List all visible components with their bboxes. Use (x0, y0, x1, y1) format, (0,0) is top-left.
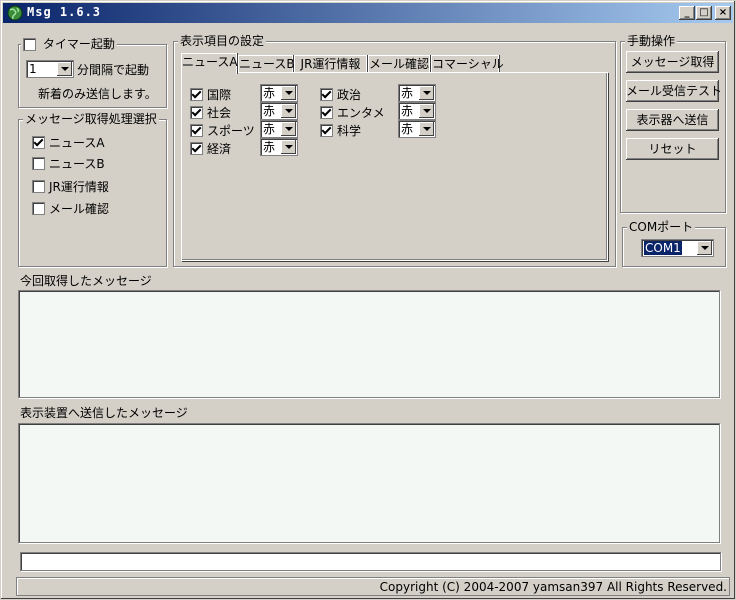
select-jr-info[interactable]: JR運行情報 (32, 179, 109, 194)
color-value: 赤 (263, 86, 276, 100)
checkbox[interactable] (32, 180, 45, 193)
category-economy[interactable]: 経済 (190, 141, 231, 156)
checkbox[interactable] (32, 202, 45, 215)
tab-commercial[interactable]: コマーシャル (431, 55, 504, 73)
category-science[interactable]: 科学 (320, 123, 361, 138)
interval-value: 1 (29, 62, 37, 76)
sent-message-textarea[interactable] (18, 423, 720, 543)
message-select-group: メッセージ取得処理選択 ニュースA ニュースB JR運行情報 メール確認 (18, 112, 167, 267)
chevron-down-icon[interactable] (419, 104, 434, 118)
color-select[interactable]: 赤 (398, 102, 436, 120)
category-label: 政治 (337, 87, 362, 102)
globe-icon (7, 5, 23, 21)
chevron-down-icon[interactable] (419, 122, 434, 136)
mail-receive-test-button[interactable]: メール受信テスト (626, 80, 722, 102)
category-sports[interactable]: スポーツ (190, 123, 255, 138)
sent-label: 表示装置へ送信したメッセージ (20, 406, 188, 420)
checkbox-label: メール確認 (49, 201, 110, 216)
copyright-text: Copyright (C) 2004-2007 yamsan397 All Ri… (379, 580, 727, 594)
color-select[interactable]: 赤 (260, 138, 298, 156)
status-input[interactable] (20, 552, 721, 571)
chevron-down-icon[interactable] (57, 62, 72, 76)
category-label: 科学 (337, 123, 362, 138)
title-bar[interactable]: Msg 1.6.3 _ □ × (3, 3, 733, 23)
minimize-button[interactable]: _ (679, 6, 695, 20)
com-port-group: COMポート COM1 (622, 220, 726, 267)
checkbox-label: ニュースA (49, 135, 105, 150)
checkbox[interactable] (190, 142, 203, 155)
select-news-a[interactable]: ニュースA (32, 135, 105, 150)
color-value: 赤 (401, 86, 414, 100)
manual-label: 手動操作 (625, 34, 678, 48)
tab-news-a[interactable]: ニュースA (181, 53, 238, 74)
chevron-down-icon[interactable] (281, 122, 296, 136)
color-select[interactable]: 赤 (260, 102, 298, 120)
checkbox[interactable] (320, 106, 333, 119)
com-port-select[interactable]: COM1 (641, 239, 714, 257)
category-label: 国際 (207, 87, 232, 102)
color-value: 赤 (401, 104, 414, 118)
reset-button[interactable]: リセット (626, 138, 719, 160)
send-to-display-button[interactable]: 表示器へ送信 (626, 109, 719, 131)
timer-checkbox-row[interactable]: タイマー起動 (21, 37, 117, 51)
color-value: 赤 (263, 104, 276, 118)
timer-note: 新着のみ送信します。 (38, 87, 157, 101)
com-port-value: COM1 (644, 241, 682, 255)
tab-panel-news-a: 国際 赤 社会 赤 スポーツ 赤 経済 赤 政治 赤 エンタメ 赤 科学 赤 (181, 72, 608, 261)
color-select[interactable]: 赤 (260, 84, 298, 102)
select-news-b[interactable]: ニュースB (32, 156, 105, 171)
category-label: スポーツ (207, 123, 255, 138)
interval-suffix: 分間隔で起動 (77, 63, 150, 77)
color-select[interactable]: 赤 (398, 120, 436, 138)
chevron-down-icon[interactable] (281, 86, 296, 100)
checkbox[interactable] (32, 136, 45, 149)
timer-group: タイマー起動 1 分間隔で起動 新着のみ送信します。 (18, 37, 167, 108)
manual-group: 手動操作 メッセージ取得 メール受信テスト 表示器へ送信 リセット (620, 34, 726, 213)
tab-news-b[interactable]: ニュースB (238, 55, 295, 73)
message-select-label: メッセージ取得処理選択 (23, 112, 159, 126)
chevron-down-icon[interactable] (281, 104, 296, 118)
color-value: 赤 (263, 140, 276, 154)
category-entertainment[interactable]: エンタメ (320, 105, 385, 120)
checkbox-label: JR運行情報 (49, 179, 109, 194)
category-label: 社会 (207, 105, 232, 120)
fetch-message-button[interactable]: メッセージ取得 (626, 51, 719, 73)
checkbox-label: ニュースB (49, 156, 105, 171)
checkbox[interactable] (320, 124, 333, 137)
tab-jr-info[interactable]: JR運行情報 (294, 55, 367, 73)
window-title: Msg 1.6.3 (27, 5, 102, 19)
category-international[interactable]: 国際 (190, 87, 231, 102)
chevron-down-icon[interactable] (281, 140, 296, 154)
timer-checkbox[interactable] (23, 38, 36, 51)
checkbox[interactable] (190, 106, 203, 119)
status-bar: Copyright (C) 2004-2007 yamsan397 All Ri… (16, 577, 730, 596)
com-port-label: COMポート (627, 220, 696, 234)
category-label: エンタメ (337, 105, 385, 120)
interval-select[interactable]: 1 (26, 60, 74, 78)
checkbox[interactable] (190, 88, 203, 101)
checkbox[interactable] (320, 88, 333, 101)
color-value: 赤 (263, 122, 276, 136)
category-label: 経済 (207, 141, 232, 156)
category-society[interactable]: 社会 (190, 105, 231, 120)
select-mail-check[interactable]: メール確認 (32, 201, 109, 216)
app-window: Msg 1.6.3 _ □ × タイマー起動 1 分間隔で起動 新着のみ送信しま… (0, 0, 736, 600)
display-settings-label: 表示項目の設定 (178, 34, 267, 48)
color-value: 赤 (401, 122, 414, 136)
color-select[interactable]: 赤 (398, 84, 436, 102)
checkbox[interactable] (190, 124, 203, 137)
chevron-down-icon[interactable] (419, 86, 434, 100)
close-button[interactable]: × (715, 6, 731, 20)
category-politics[interactable]: 政治 (320, 87, 361, 102)
chevron-down-icon[interactable] (697, 241, 712, 255)
received-label: 今回取得したメッセージ (20, 274, 152, 288)
checkbox[interactable] (32, 157, 45, 170)
timer-label: タイマー起動 (42, 37, 115, 51)
maximize-button[interactable]: □ (696, 6, 712, 20)
color-select[interactable]: 赤 (260, 120, 298, 138)
tab-mail-check[interactable]: メール確認 (368, 55, 430, 73)
received-message-textarea[interactable] (18, 290, 720, 398)
